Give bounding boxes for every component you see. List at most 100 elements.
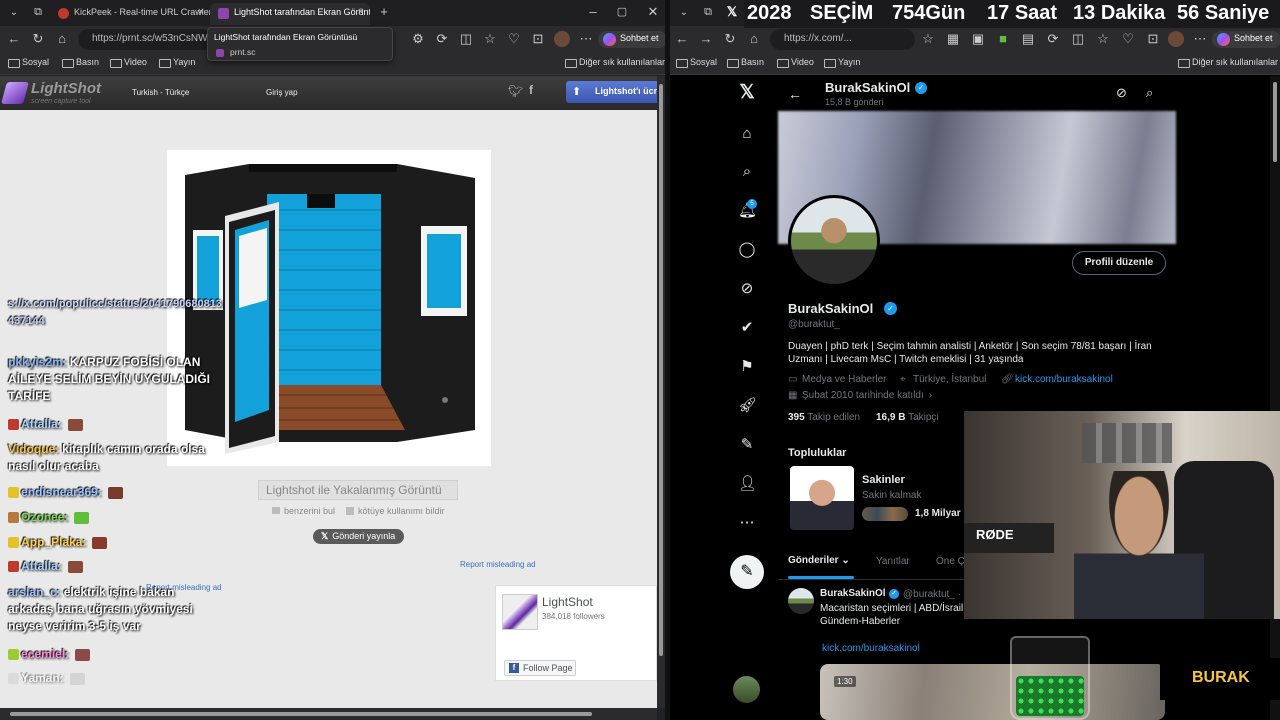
- url-field[interactable]: https://x.com/...: [770, 29, 915, 50]
- maximize-icon[interactable]: ▢: [614, 4, 630, 20]
- community-name[interactable]: Sakinler: [862, 474, 905, 486]
- bookmark-folder[interactable]: Sosyal: [674, 57, 717, 68]
- login-link[interactable]: Giriş yap: [266, 88, 298, 97]
- bookmark-folder[interactable]: Video: [775, 57, 814, 68]
- scrollbar-thumb[interactable]: [10, 712, 592, 716]
- compose-post-button[interactable]: ✎: [730, 555, 764, 589]
- more-menu-icon[interactable]: ⋯: [578, 31, 594, 47]
- twitter-icon[interactable]: 🐦︎: [508, 84, 523, 98]
- promo-button[interactable]: ⬆ Lightshot'ı ücretsiz: [566, 81, 657, 103]
- other-bookmarks-folder[interactable]: Diğer sık kullanılanlar: [563, 57, 665, 68]
- workspaces-icon[interactable]: ⧉: [700, 4, 716, 20]
- scrollbar-thumb[interactable]: [1273, 82, 1277, 162]
- favorites-icon[interactable]: ☆: [482, 31, 498, 47]
- tab-lightshot[interactable]: LightShot tarafından Ekran Görüntüsü ×: [210, 3, 370, 25]
- more-menu-icon[interactable]: ⋯: [1192, 31, 1208, 47]
- post-video-thumbnail[interactable]: 1:30: [820, 664, 1165, 720]
- more-icon[interactable]: ⋯: [738, 514, 756, 532]
- report-abuse-link[interactable]: kötüye kullanımı bildir: [346, 506, 445, 516]
- sohbet-button[interactable]: Sohbet et: [598, 31, 665, 48]
- fb-page-name[interactable]: LightShot: [542, 595, 593, 609]
- refresh-icon[interactable]: ↻: [30, 31, 46, 47]
- profile-avatar[interactable]: [1168, 31, 1184, 47]
- x-logo-icon[interactable]: 𝕏: [738, 83, 756, 102]
- bookmark-folder[interactable]: Basın: [60, 57, 99, 68]
- extension-icon[interactable]: ▦: [945, 31, 961, 47]
- bookmarks-icon[interactable]: ⚑: [738, 358, 756, 376]
- home-icon[interactable]: ⌂: [738, 125, 756, 143]
- tab-highlights[interactable]: Öne Çı: [936, 556, 968, 567]
- find-similar-link[interactable]: benzerini bul: [272, 506, 335, 516]
- following-stat[interactable]: 395 Takip edilen: [788, 412, 860, 423]
- home-icon[interactable]: ⌂: [746, 31, 762, 47]
- minimize-icon[interactable]: –: [585, 4, 601, 20]
- extension-icon[interactable]: ▤: [1020, 31, 1036, 47]
- verified-icon[interactable]: ✔︎: [738, 319, 756, 337]
- profile-icon[interactable]: 👤︎: [738, 475, 757, 493]
- favorites-icon[interactable]: ☆: [1095, 31, 1111, 47]
- other-bookmarks-folder[interactable]: Diğer sık kullanılanlar: [1176, 57, 1278, 68]
- messages-icon[interactable]: ◯: [738, 241, 756, 259]
- post-author-avatar[interactable]: [788, 588, 814, 614]
- heart-icon[interactable]: ♡: [1120, 31, 1136, 47]
- community-image[interactable]: [790, 466, 854, 530]
- rocket-icon[interactable]: 🚀︎: [738, 397, 757, 415]
- sync-icon[interactable]: ⟳: [1045, 31, 1061, 47]
- account-avatar[interactable]: [733, 676, 760, 703]
- sync-icon[interactable]: ⟳: [434, 31, 450, 47]
- articles-icon[interactable]: ✎: [738, 436, 756, 454]
- bookmark-folder[interactable]: Basın: [725, 57, 764, 68]
- refresh-icon[interactable]: ↻: [722, 31, 738, 47]
- vertical-scrollbar[interactable]: [657, 76, 665, 708]
- bookmark-folder[interactable]: Video: [108, 57, 147, 68]
- post-author-name[interactable]: BurakSakinOl: [820, 588, 886, 599]
- vertical-scrollbar[interactable]: [1270, 76, 1280, 720]
- grok-icon[interactable]: ⊘: [738, 280, 756, 298]
- close-window-icon[interactable]: ✕: [645, 4, 661, 20]
- search-icon[interactable]: ⌕: [1146, 85, 1153, 101]
- back-icon[interactable]: ←: [674, 31, 690, 47]
- language-selector[interactable]: Turkish - Türkçe: [132, 88, 189, 97]
- tab-posts[interactable]: Gönderiler ⌄: [788, 555, 850, 566]
- star-icon[interactable]: ☆: [920, 31, 936, 47]
- screenshot-icon[interactable]: ⊡: [530, 31, 546, 47]
- post-button[interactable]: 𝕏 Gönderi yayınla: [313, 529, 404, 544]
- heart-icon[interactable]: ♡: [506, 31, 522, 47]
- home-icon[interactable]: ⌂: [54, 31, 70, 47]
- tab-actions-icon[interactable]: ⌄: [6, 5, 22, 21]
- extension-icon[interactable]: ▣: [970, 31, 986, 47]
- scrollbar-thumb[interactable]: [659, 84, 663, 656]
- bookmark-folder[interactable]: Yayın: [157, 57, 195, 68]
- split-screen-icon[interactable]: ◫: [1070, 31, 1086, 47]
- tab-actions-icon[interactable]: ⌄: [676, 5, 692, 21]
- explore-icon[interactable]: ⌕: [738, 163, 756, 181]
- bookmark-folder[interactable]: Sosyal: [6, 57, 49, 68]
- facebook-icon[interactable]: f: [529, 83, 533, 97]
- followers-stat[interactable]: 16,9 B Takipçi: [876, 412, 939, 423]
- close-tab-icon[interactable]: ×: [198, 6, 204, 18]
- tab-replies[interactable]: Yanıtlar: [876, 556, 910, 567]
- profile-avatar[interactable]: [554, 31, 570, 47]
- extension-icon[interactable]: ■: [995, 31, 1011, 47]
- back-icon[interactable]: ←: [6, 31, 22, 47]
- x-tab-favicon-icon[interactable]: 𝕏: [724, 4, 740, 20]
- tab-kickpeek[interactable]: KickPeek - Real-time URL Crawler ×: [50, 3, 210, 25]
- extension-icon[interactable]: ⚙: [410, 31, 426, 47]
- edit-profile-button[interactable]: Profili düzenle: [1072, 251, 1166, 275]
- follow-page-button[interactable]: f Follow Page: [504, 660, 576, 676]
- sohbet-button[interactable]: Sohbet et: [1212, 31, 1280, 48]
- forward-icon[interactable]: →: [698, 31, 714, 47]
- horizontal-scrollbar[interactable]: [0, 708, 657, 720]
- back-arrow-icon[interactable]: ←: [788, 86, 802, 102]
- new-tab-icon[interactable]: +: [376, 4, 392, 20]
- url-field[interactable]: https://prnt.sc/w53nCsNW: [78, 29, 213, 50]
- bookmark-folder[interactable]: Yayın: [822, 57, 860, 68]
- report-ad-link[interactable]: Report misleading ad: [460, 560, 536, 569]
- post-link[interactable]: kick.com/buraksakinol: [822, 643, 920, 654]
- screenshot-icon[interactable]: ⊡: [1145, 31, 1161, 47]
- profile-link[interactable]: 🔗︎ kick.com/buraksakinol: [1001, 374, 1113, 385]
- grok-icon[interactable]: ⊘: [1116, 85, 1127, 101]
- workspaces-icon[interactable]: ⧉: [30, 4, 46, 20]
- split-screen-icon[interactable]: ◫: [458, 31, 474, 47]
- close-tab-icon[interactable]: ×: [358, 6, 364, 18]
